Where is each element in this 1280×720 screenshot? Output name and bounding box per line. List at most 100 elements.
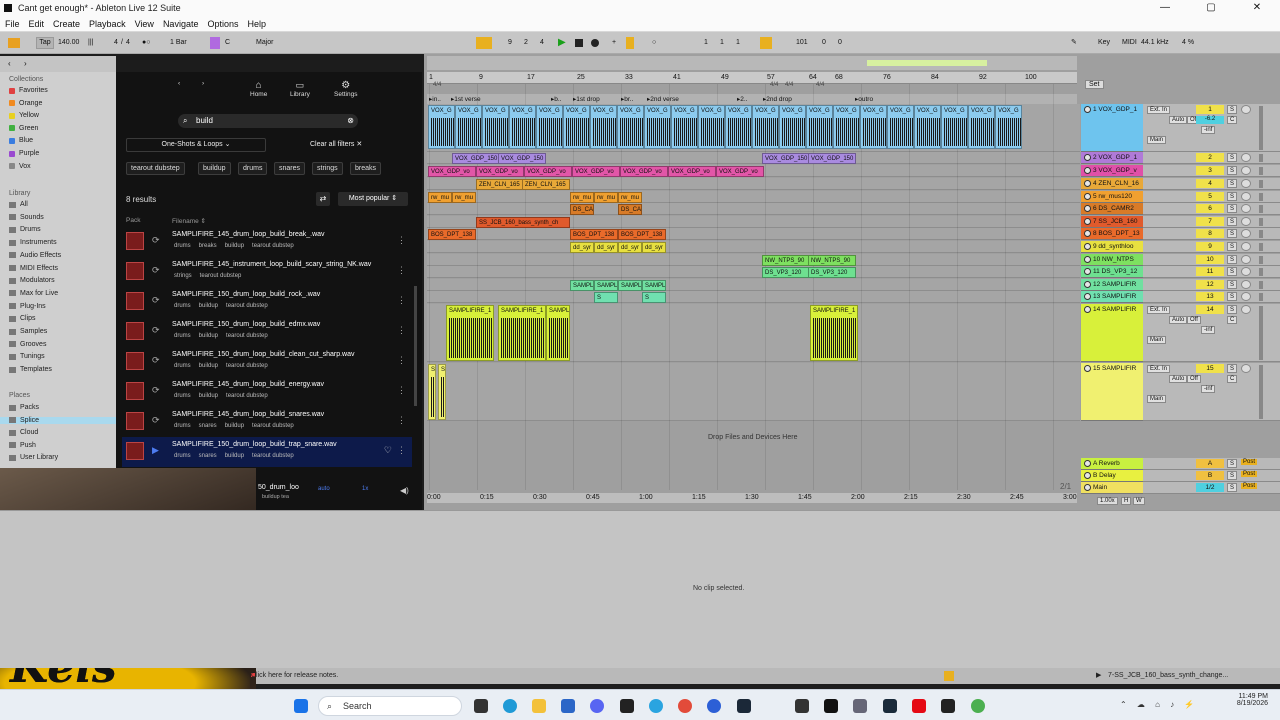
library-item[interactable]: Clips (9, 315, 36, 322)
sample-tag[interactable]: strings (174, 273, 192, 279)
position-bar[interactable]: 9 (508, 37, 512, 49)
loop-length-six[interactable]: 0 (838, 37, 842, 49)
key-map-button[interactable]: Key (1098, 37, 1110, 49)
loop-icon[interactable]: ⟳ (152, 415, 160, 426)
track-activator[interactable]: 8 (1196, 229, 1224, 238)
track-activator[interactable]: 13 (1196, 292, 1224, 301)
track-header[interactable]: 14 SAMPLIFIR (1081, 304, 1143, 362)
maximize-button[interactable]: ▢ (1188, 0, 1234, 16)
menu-edit[interactable]: Edit (29, 16, 45, 31)
arrangement-clip[interactable]: dd_syr (642, 242, 666, 253)
loop-icon[interactable]: ⟳ (152, 355, 160, 366)
return-track-header[interactable]: B Delay (1081, 470, 1143, 482)
arrangement-clip[interactable]: VOX_G (725, 105, 752, 149)
solo-button[interactable]: S (1227, 292, 1237, 301)
arrangement-clip[interactable]: VOX_G (482, 105, 509, 149)
track-header[interactable]: 15 SAMPLIFIR (1081, 363, 1143, 421)
arrangement-clip[interactable]: VOX_GDP_150 (452, 153, 500, 164)
arrangement-clip[interactable]: VOX_GDP_vo (572, 166, 620, 177)
track-fold-icon[interactable] (1084, 167, 1091, 174)
sample-row[interactable]: ⟳ SAMPLIFIRE_150_drum_loop_build_edmx.wav… (122, 317, 412, 347)
input-type-select[interactable]: Ext. In (1147, 365, 1171, 373)
locator[interactable]: ▸2nd verse (647, 95, 679, 103)
solo-button[interactable]: S (1227, 471, 1237, 480)
loop-length-bars[interactable]: 101 (796, 37, 808, 49)
arrangement-clip[interactable]: SAMPLIFIR (570, 280, 594, 291)
library-item[interactable]: Templates (9, 366, 52, 373)
position-sixteenth[interactable]: 4 (540, 37, 544, 49)
track-fold-icon[interactable] (1084, 180, 1091, 187)
arrangement-clip[interactable]: rw_mu (452, 192, 476, 203)
play-button[interactable]: ▶ (558, 37, 566, 49)
solo-button[interactable]: S (1227, 229, 1237, 238)
more-icon[interactable]: ⋮ (397, 325, 406, 336)
arrangement-clip[interactable]: SAMPLIFIR (642, 280, 666, 291)
sample-tag[interactable]: drums (174, 453, 191, 459)
scale-select[interactable]: Major (256, 37, 274, 49)
app-icon[interactable] (707, 699, 721, 713)
solo-button[interactable]: S (1227, 242, 1237, 251)
track-fold-icon[interactable] (1084, 306, 1091, 313)
solo-button[interactable]: S (1227, 305, 1237, 314)
solo-button[interactable]: S (1227, 204, 1237, 213)
splice-forward-icon[interactable]: › (202, 80, 204, 87)
track-fold-icon[interactable] (1084, 281, 1091, 288)
chrome-icon[interactable] (678, 699, 692, 713)
arm-button[interactable] (1241, 364, 1251, 373)
collection-item[interactable]: Vox (9, 163, 31, 170)
task-view-icon[interactable] (474, 699, 488, 713)
menu-navigate[interactable]: Navigate (163, 16, 199, 31)
arm-button[interactable] (1241, 166, 1251, 175)
time-signature-marker[interactable]: 4/4 (785, 82, 793, 88)
arrangement-clip[interactable]: VOX_G (509, 105, 536, 149)
places-item[interactable]: Packs (9, 404, 39, 411)
midi-map-button[interactable]: MIDI (1122, 37, 1137, 49)
output-select[interactable]: Main (1147, 136, 1167, 144)
locator[interactable]: ▸in.. (429, 95, 441, 103)
pan-field[interactable]: C (1227, 116, 1238, 124)
loop-length-beats[interactable]: 0 (822, 37, 826, 49)
store-icon[interactable] (561, 699, 575, 713)
track-header[interactable]: 8 BOS_DPT_13 (1081, 228, 1143, 240)
arm-button[interactable] (1241, 267, 1251, 276)
more-icon[interactable]: ⋮ (397, 415, 406, 426)
sample-row[interactable]: ⟳ SAMPLIFIRE_145_drum_loop_build_snares.w… (122, 407, 412, 437)
track-fold-icon[interactable] (1084, 256, 1091, 263)
tray-icons[interactable]: ⌃ ☁ ⌂ ♪ ⚡ (1120, 700, 1198, 709)
arm-button[interactable] (1241, 105, 1251, 114)
arrangement-clip[interactable]: VOX_G (914, 105, 941, 149)
track-activator[interactable]: 14 (1196, 305, 1224, 314)
menu-options[interactable]: Options (207, 16, 238, 31)
sample-tag[interactable]: snares (199, 453, 217, 459)
library-item[interactable]: Drums (9, 226, 41, 233)
scale-mode-icon[interactable] (210, 37, 220, 49)
library-item[interactable]: Modulators (9, 277, 55, 284)
solo-button[interactable]: S (1227, 280, 1237, 289)
return-activator[interactable]: B (1196, 471, 1224, 480)
metronome-icon[interactable]: ||| (88, 37, 93, 49)
track-header[interactable]: 4 ZEN_CLN_16 (1081, 178, 1143, 190)
arrangement-clip[interactable]: BOS_DPT_138 (618, 229, 666, 240)
stop-button[interactable] (575, 39, 583, 47)
clear-search-icon[interactable]: ⊗ (347, 114, 354, 128)
sort-select[interactable]: Most popular ⇕ (338, 192, 408, 206)
play-icon[interactable]: ▶ (152, 445, 159, 456)
more-icon[interactable]: ⋮ (397, 355, 406, 366)
volume-display[interactable]: -6.2 (1196, 116, 1224, 124)
arrangement-clip[interactable]: ZEN_CLN_165 (522, 179, 570, 190)
arm-button[interactable] (1241, 280, 1251, 289)
sample-row[interactable]: ⟳ SAMPLIFIRE_145_instrument_loop_build_sc… (122, 257, 412, 287)
track-activator[interactable]: 15 (1196, 364, 1224, 373)
loop-switch-icon[interactable] (760, 37, 772, 49)
track-header[interactable]: 9 dd_synthloo (1081, 241, 1143, 253)
track-activator[interactable]: 4 (1196, 179, 1224, 188)
loop-icon[interactable]: ⟳ (152, 235, 160, 246)
track-activator[interactable]: 10 (1196, 255, 1224, 264)
solo-button[interactable]: S (1227, 255, 1237, 264)
track-fold-icon[interactable] (1084, 460, 1091, 467)
track-activator[interactable]: 12 (1196, 280, 1224, 289)
terminal-icon[interactable] (941, 699, 955, 713)
loop-start-bar[interactable]: 1 (704, 37, 708, 49)
overdub-icon[interactable]: + (612, 37, 616, 49)
filter-chip[interactable]: strings (312, 162, 343, 175)
